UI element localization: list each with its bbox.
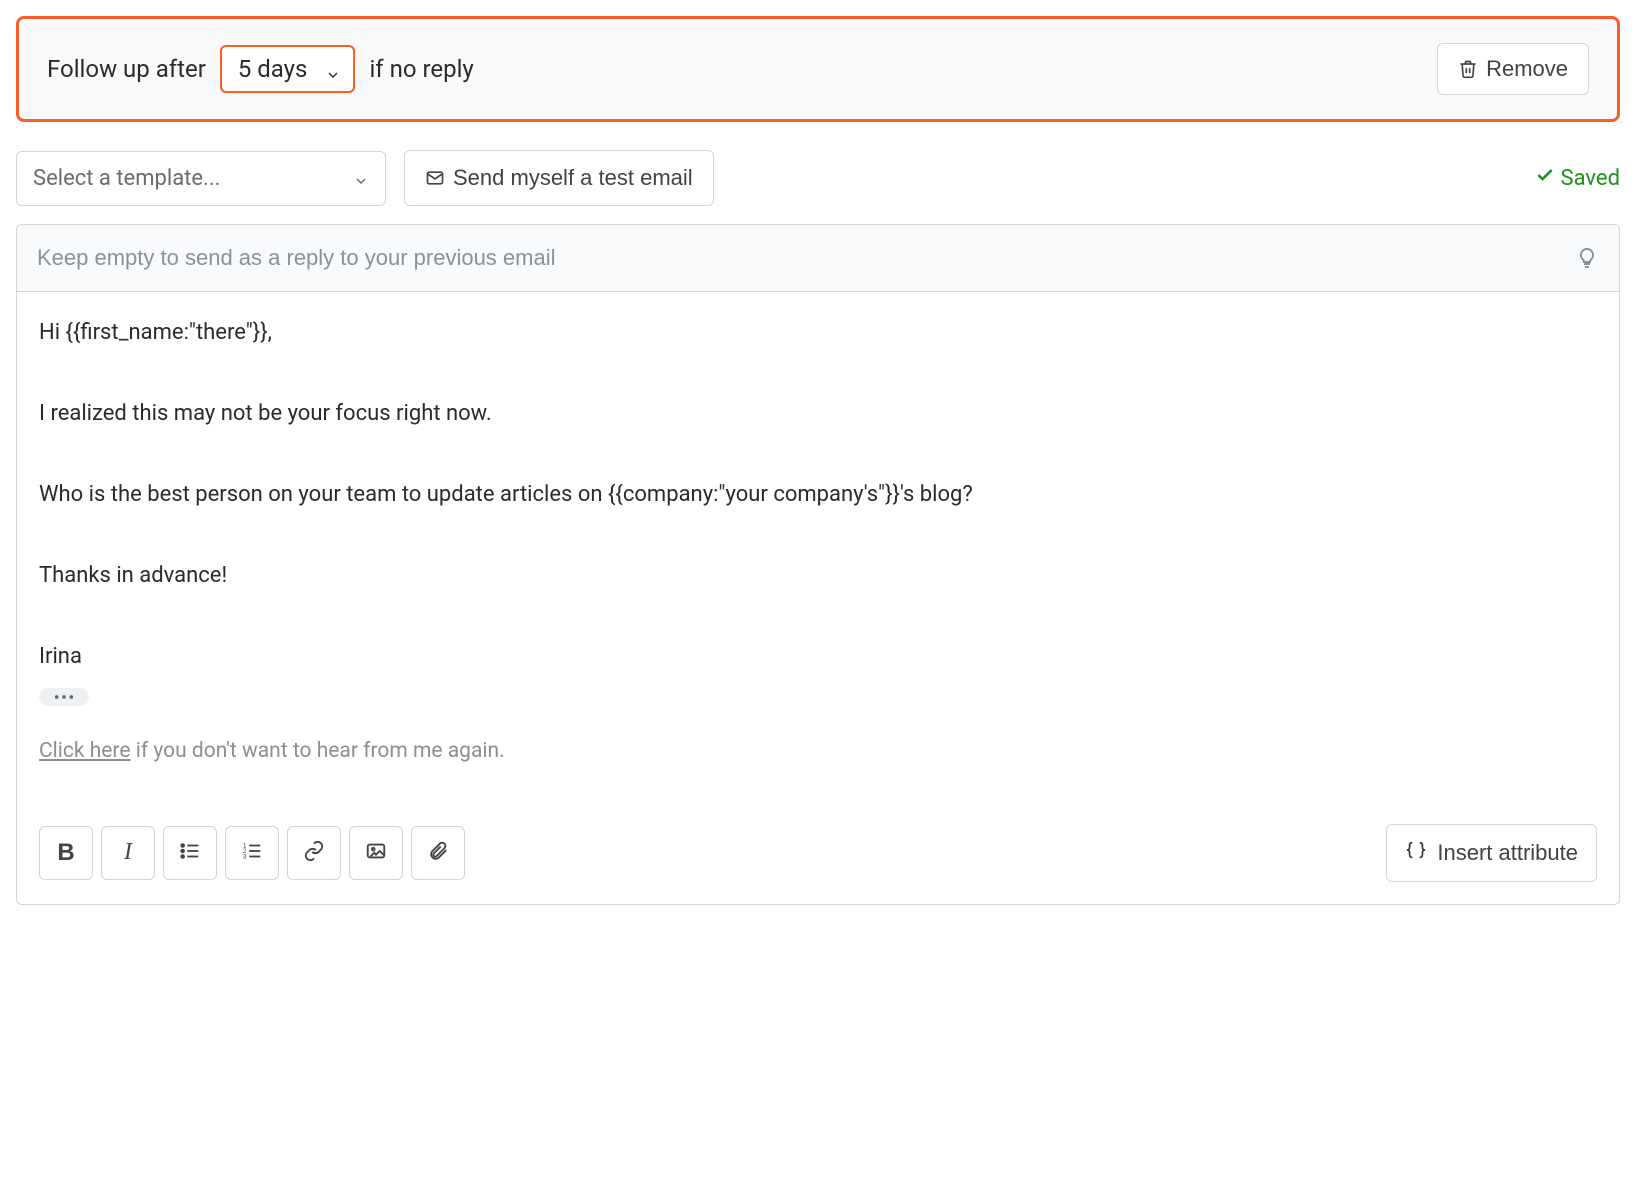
link-button[interactable]: [287, 826, 341, 880]
link-icon: [303, 840, 325, 865]
saved-label: Saved: [1561, 166, 1620, 191]
subject-input[interactable]: [37, 225, 1575, 291]
body-line: Who is the best person on your team to u…: [39, 478, 1597, 511]
body-line: I realized this may not be your focus ri…: [39, 397, 1597, 430]
email-body[interactable]: Hi {{first_name:"there"}}, I realized th…: [17, 292, 1619, 806]
followup-delay-value: 5 days: [238, 55, 308, 83]
bold-button[interactable]: B: [39, 826, 93, 880]
mail-icon: [425, 168, 445, 188]
template-placeholder: Select a template...: [33, 166, 220, 191]
svg-text:3: 3: [243, 853, 247, 860]
body-line: Thanks in advance!: [39, 559, 1597, 592]
template-select[interactable]: Select a template...: [16, 151, 386, 206]
bullet-list-icon: [179, 840, 201, 865]
followup-prefix: Follow up after: [47, 55, 206, 83]
braces-icon: [1405, 839, 1427, 867]
remove-button[interactable]: Remove: [1437, 43, 1589, 95]
trash-icon: [1458, 59, 1478, 79]
send-test-email-button[interactable]: Send myself a test email: [404, 150, 714, 206]
controls-row: Select a template... Send myself a test …: [16, 150, 1620, 206]
trimmed-content-toggle[interactable]: [39, 688, 89, 706]
bullet-list-button[interactable]: [163, 826, 217, 880]
insert-attribute-label: Insert attribute: [1437, 840, 1578, 866]
numbered-list-button[interactable]: 123: [225, 826, 279, 880]
email-editor: Hi {{first_name:"there"}}, I realized th…: [16, 224, 1620, 905]
insert-attribute-button[interactable]: Insert attribute: [1386, 824, 1597, 882]
saved-indicator: Saved: [1535, 165, 1620, 191]
attachment-button[interactable]: [411, 826, 465, 880]
body-line: Hi {{first_name:"there"}},: [39, 316, 1597, 349]
followup-delay-select[interactable]: 5 days: [220, 45, 356, 93]
editor-toolbar: B I 123: [17, 806, 1619, 904]
signature: Irina: [39, 640, 1597, 673]
image-button[interactable]: [349, 826, 403, 880]
numbered-list-icon: 123: [241, 840, 263, 865]
unsubscribe-text: if you don't want to hear from me again.: [131, 739, 505, 763]
paperclip-icon: [427, 840, 449, 865]
subject-row: [17, 225, 1619, 292]
lightbulb-icon[interactable]: [1575, 246, 1599, 270]
remove-label: Remove: [1486, 56, 1568, 82]
checkmark-icon: [1535, 165, 1555, 191]
chevron-down-icon: [325, 61, 341, 77]
unsubscribe-line: Click here if you don't want to hear fro…: [39, 736, 1597, 768]
followup-suffix: if no reply: [369, 55, 473, 83]
image-icon: [365, 840, 387, 865]
followup-bar: Follow up after 5 days if no reply Remov…: [16, 16, 1620, 122]
send-test-label: Send myself a test email: [453, 165, 693, 191]
chevron-down-icon: [353, 170, 369, 186]
ellipsis-icon: [53, 692, 75, 702]
italic-button[interactable]: I: [101, 826, 155, 880]
unsubscribe-link[interactable]: Click here: [39, 739, 131, 763]
